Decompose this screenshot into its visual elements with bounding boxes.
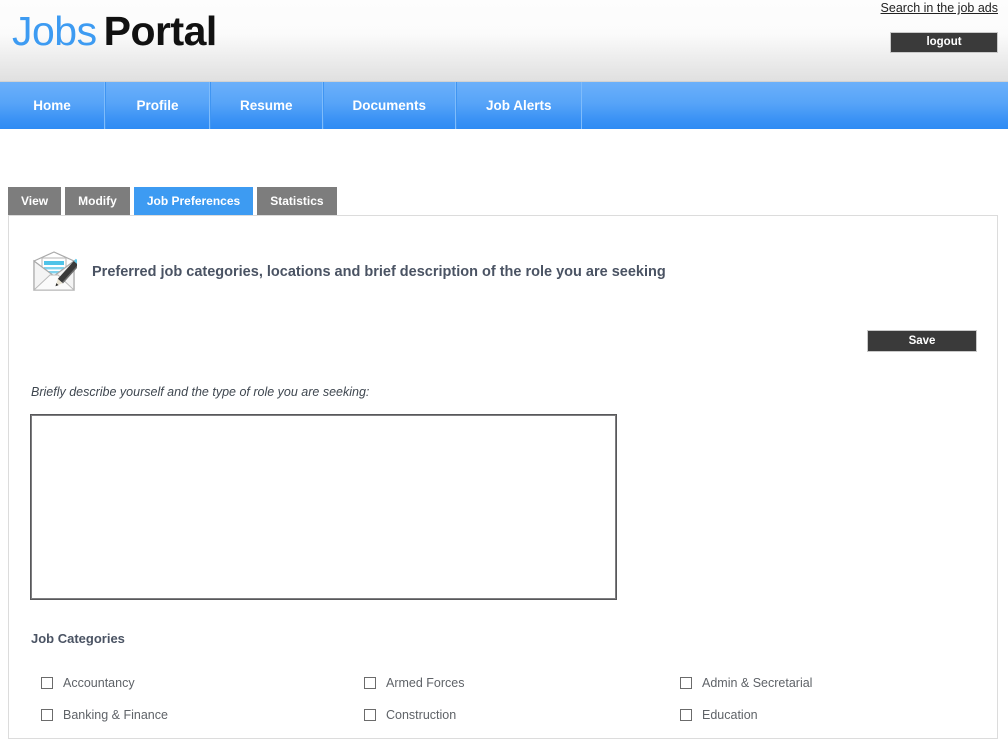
- tab-job-preferences[interactable]: Job Preferences: [133, 187, 254, 215]
- category-label: Armed Forces: [386, 676, 465, 690]
- category-label: Education: [702, 708, 758, 722]
- checkbox-armed-forces[interactable]: [364, 677, 376, 689]
- logo-text-primary: Jobs: [12, 8, 97, 54]
- category-item-construction[interactable]: Construction: [364, 708, 680, 722]
- page-header: Jobs Portal Search in the job ads logout: [0, 0, 1008, 82]
- logout-button[interactable]: logout: [890, 32, 998, 53]
- job-categories-grid: Accountancy Armed Forces Admin & Secreta…: [41, 676, 991, 722]
- panel-title: Preferred job categories, locations and …: [92, 264, 666, 280]
- logo-text-secondary: Portal: [103, 8, 218, 54]
- job-preferences-panel: Preferred job categories, locations and …: [8, 215, 998, 739]
- tab-view[interactable]: View: [8, 187, 62, 215]
- category-label: Admin & Secretarial: [702, 676, 813, 690]
- envelope-pencil-icon: [32, 251, 77, 291]
- site-logo: Jobs Portal: [12, 8, 217, 55]
- category-label: Construction: [386, 708, 457, 722]
- checkbox-banking-finance[interactable]: [41, 709, 53, 721]
- search-job-ads-link[interactable]: Search in the job ads: [881, 1, 998, 15]
- nav-item-job-alerts[interactable]: Job Alerts: [456, 82, 582, 129]
- checkbox-education[interactable]: [680, 709, 692, 721]
- checkbox-accountancy[interactable]: [41, 677, 53, 689]
- category-item-accountancy[interactable]: Accountancy: [41, 676, 364, 690]
- category-item-admin-secretarial[interactable]: Admin & Secretarial: [680, 676, 991, 690]
- category-item-education[interactable]: Education: [680, 708, 991, 722]
- checkbox-admin-secretarial[interactable]: [680, 677, 692, 689]
- main-navigation: Home Profile Resume Documents Job Alerts: [0, 82, 1008, 129]
- checkbox-construction[interactable]: [364, 709, 376, 721]
- nav-item-profile[interactable]: Profile: [105, 82, 210, 129]
- description-label: Briefly describe yourself and the type o…: [31, 385, 370, 399]
- section-tabs: View Modify Job Preferences Statistics: [8, 187, 337, 215]
- category-label: Banking & Finance: [63, 708, 168, 722]
- category-label: Accountancy: [63, 676, 135, 690]
- nav-item-documents[interactable]: Documents: [322, 82, 457, 129]
- nav-item-home[interactable]: Home: [0, 82, 105, 129]
- job-categories-title: Job Categories: [31, 631, 125, 646]
- description-textarea[interactable]: [30, 414, 617, 600]
- tab-modify[interactable]: Modify: [65, 187, 130, 215]
- panel-header: Preferred job categories, locations and …: [31, 251, 666, 293]
- category-item-armed-forces[interactable]: Armed Forces: [364, 676, 680, 690]
- nav-item-resume[interactable]: Resume: [210, 82, 323, 129]
- save-button[interactable]: Save: [867, 330, 977, 352]
- tab-statistics[interactable]: Statistics: [257, 187, 337, 215]
- category-item-banking-finance[interactable]: Banking & Finance: [41, 708, 364, 722]
